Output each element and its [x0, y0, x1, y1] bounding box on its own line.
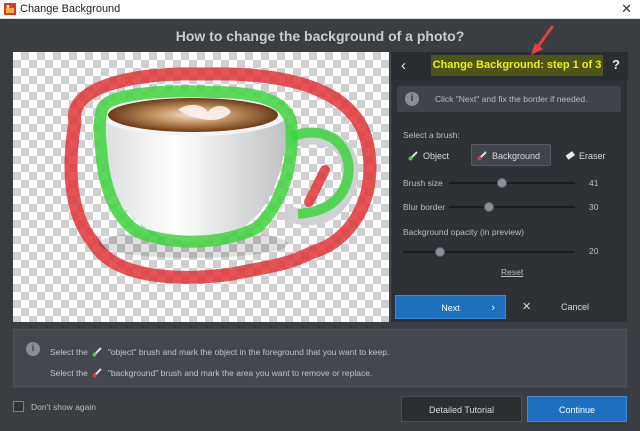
instruction-prefix: Select the — [50, 368, 88, 378]
next-label: Next — [441, 303, 460, 313]
image-preview[interactable] — [13, 52, 389, 322]
slider-thumb[interactable] — [435, 247, 445, 257]
window-titlebar: Change Background ✕ — [0, 0, 640, 19]
slider-thumb[interactable] — [497, 178, 507, 188]
instruction-prefix: Select the — [50, 347, 88, 357]
background-brush-icon — [477, 151, 487, 161]
instruction-background-text: "background" brush and mark the area you… — [107, 368, 373, 378]
step-indicator: Change Background: step 1 of 3 — [431, 55, 603, 76]
dont-show-checkbox[interactable] — [13, 401, 24, 412]
app-icon — [4, 3, 16, 15]
hint-text: Click "Next" and fix the border if neede… — [435, 94, 588, 104]
eraser-button[interactable]: Eraser — [559, 145, 621, 167]
next-button[interactable]: Next › — [395, 295, 506, 319]
brush-size-value: 41 — [589, 178, 599, 188]
dont-show-label: Don't show again — [31, 402, 96, 412]
background-brush-label: Background — [492, 151, 541, 161]
window-title: Change Background — [20, 3, 121, 15]
background-brush-icon — [92, 368, 102, 378]
blur-border-slider[interactable] — [449, 202, 575, 212]
info-icon: i — [26, 342, 40, 356]
back-arrow-icon[interactable]: ‹ — [401, 57, 406, 74]
chevron-right-icon: › — [491, 302, 495, 314]
eraser-icon — [565, 151, 575, 160]
instruction-object-text: "object" brush and mark the object in th… — [107, 347, 390, 357]
background-opacity-value: 20 — [589, 246, 599, 256]
continue-button[interactable]: Continue — [527, 396, 627, 422]
reset-link[interactable]: Reset — [501, 267, 523, 277]
cancel-label: Cancel — [561, 302, 590, 312]
select-brush-label: Select a brush: — [403, 130, 460, 140]
background-opacity-label: Background opacity (in preview) — [403, 227, 524, 237]
hint-box: i Click "Next" and fix the border if nee… — [397, 86, 621, 112]
eraser-label: Eraser — [579, 151, 606, 161]
blur-border-value: 30 — [589, 202, 599, 212]
brush-size-label: Brush size — [403, 178, 443, 188]
photo-canvas[interactable] — [13, 52, 389, 322]
close-icon[interactable]: ✕ — [621, 1, 632, 17]
instruction-background: Select the "background" brush and mark th… — [50, 366, 372, 378]
background-brush-button[interactable]: Background — [471, 144, 551, 166]
object-brush-icon — [408, 151, 418, 161]
close-icon: ✕ — [522, 301, 532, 313]
detailed-tutorial-button[interactable]: Detailed Tutorial — [401, 396, 522, 422]
instructions-box: i Select the "object" brush and mark the … — [13, 329, 627, 387]
panel-header: ‹ Change Background: step 1 of 3 ? — [391, 52, 628, 80]
object-brush-icon — [92, 347, 102, 357]
annotation-arrow-icon — [531, 25, 554, 55]
object-brush-label: Object — [423, 151, 450, 161]
blur-border-label: Blur border — [403, 202, 446, 212]
slider-thumb[interactable] — [484, 202, 494, 212]
background-opacity-slider[interactable] — [403, 247, 575, 257]
instruction-object: Select the "object" brush and mark the ob… — [50, 345, 389, 357]
help-icon[interactable]: ? — [612, 57, 620, 72]
object-brush-button[interactable]: Object — [403, 145, 465, 167]
settings-panel: ‹ Change Background: step 1 of 3 ? i Cli… — [390, 52, 628, 322]
cancel-button[interactable]: ✕ Cancel — [514, 295, 622, 319]
info-icon: i — [405, 92, 419, 106]
brush-size-slider[interactable] — [449, 178, 575, 188]
